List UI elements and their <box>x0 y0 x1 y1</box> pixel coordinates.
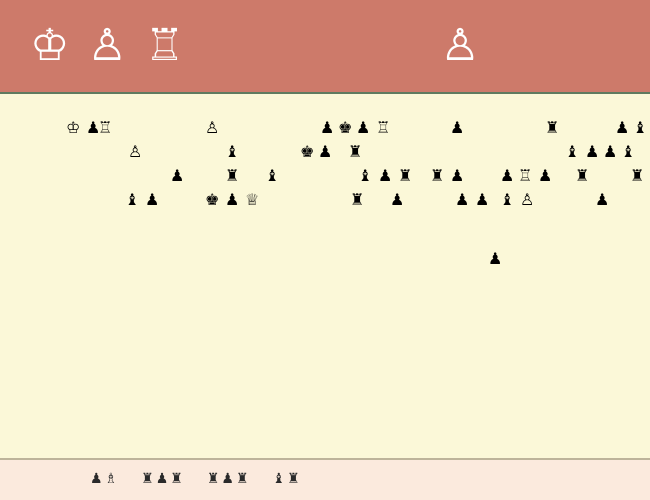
chess-piece[interactable]: ♜ <box>430 166 444 186</box>
pawn-icon: ♙ <box>87 24 126 68</box>
chess-piece[interactable]: ♚ <box>205 190 219 210</box>
chess-piece[interactable]: ♚ <box>300 142 314 162</box>
chess-piece[interactable]: ♜ <box>348 142 362 162</box>
captured-piece: ♜ <box>207 470 220 487</box>
captured-group: ♝♜ <box>273 470 300 487</box>
chess-piece[interactable]: ♟ <box>603 142 617 162</box>
chess-piece[interactable]: ♟ <box>390 190 404 210</box>
chess-piece[interactable]: ♝ <box>621 142 635 162</box>
chess-piece[interactable]: ♟ <box>538 166 552 186</box>
chess-piece[interactable]: ♟ <box>318 142 332 162</box>
captured-group: ♜♟♜ <box>141 470 183 487</box>
chess-piece[interactable]: ♕ <box>245 190 259 210</box>
captured-group: ♟♗ <box>90 470 117 487</box>
captured-piece: ♜ <box>141 470 154 487</box>
chess-piece[interactable]: ♟ <box>500 166 514 186</box>
chess-piece[interactable]: ♙ <box>520 190 534 210</box>
chess-piece[interactable]: ♝ <box>358 166 372 186</box>
chess-piece[interactable]: ♟ <box>615 118 629 138</box>
chess-piece[interactable]: ♟ <box>145 190 159 210</box>
chess-piece[interactable]: ♜ <box>630 166 644 186</box>
chess-piece[interactable]: ♜ <box>398 166 412 186</box>
chess-piece[interactable]: ♟ <box>450 166 464 186</box>
captured-piece: ♟ <box>221 470 234 487</box>
captured-piece: ♜ <box>236 470 249 487</box>
king-icon: ♔ <box>30 24 69 68</box>
chess-piece[interactable]: ♟ <box>356 118 370 138</box>
captured-piece: ♟ <box>90 470 103 487</box>
chess-piece[interactable]: ♝ <box>225 142 239 162</box>
captured-piece: ♜ <box>287 470 300 487</box>
chess-piece[interactable]: ♝ <box>633 118 647 138</box>
chess-piece[interactable]: ♟ <box>585 142 599 162</box>
chess-piece[interactable]: ♝ <box>500 190 514 210</box>
chess-piece[interactable]: ♔ <box>66 118 80 138</box>
captured-piece: ♟ <box>156 470 169 487</box>
chess-piece[interactable]: ♜ <box>350 190 364 210</box>
captured-piece: ♝ <box>273 470 286 487</box>
rook-icon: ♖ <box>145 24 184 68</box>
chess-piece[interactable]: ♟ <box>378 166 392 186</box>
chess-piece[interactable]: ♖ <box>98 118 112 138</box>
captured-group: ♜♟♜ <box>207 470 249 487</box>
pawn-icon: ♙ <box>440 24 479 68</box>
chess-piece[interactable]: ♟ <box>225 190 239 210</box>
header-bar: ♔ ♙ ♖ ♙ <box>0 0 650 92</box>
chess-piece[interactable]: ♟ <box>320 118 334 138</box>
chess-piece[interactable]: ♝ <box>565 142 579 162</box>
chess-piece[interactable]: ♟ <box>595 190 609 210</box>
captured-piece: ♜ <box>170 470 183 487</box>
chess-piece[interactable]: ♟ <box>455 190 469 210</box>
chess-piece[interactable]: ♜ <box>545 118 559 138</box>
board-area[interactable]: ♔♟♖♙♟♚♟♖♟♜♟♝♙♝♚♟♜♝♟♟♝♟♜♝♝♟♜♜♟♟♖♟♜♜♝♟♚♟♕♜… <box>0 92 650 460</box>
footer-bar: ♟♗♜♟♜♜♟♜♝♜ <box>0 460 650 500</box>
chess-piece[interactable]: ♟ <box>475 190 489 210</box>
chess-piece[interactable]: ♝ <box>125 190 139 210</box>
chess-piece[interactable]: ♟ <box>450 118 464 138</box>
chess-piece[interactable]: ♙ <box>128 142 142 162</box>
chess-piece[interactable]: ♜ <box>225 166 239 186</box>
chess-piece[interactable]: ♙ <box>205 118 219 138</box>
captured-piece: ♗ <box>105 470 118 487</box>
chess-piece[interactable]: ♖ <box>376 118 390 138</box>
chess-piece[interactable]: ♖ <box>518 166 532 186</box>
chess-piece[interactable]: ♝ <box>265 166 279 186</box>
chess-piece[interactable]: ♟ <box>170 166 184 186</box>
chess-piece[interactable]: ♟ <box>488 249 502 269</box>
chess-piece[interactable]: ♚ <box>338 118 352 138</box>
chess-piece[interactable]: ♜ <box>575 166 589 186</box>
